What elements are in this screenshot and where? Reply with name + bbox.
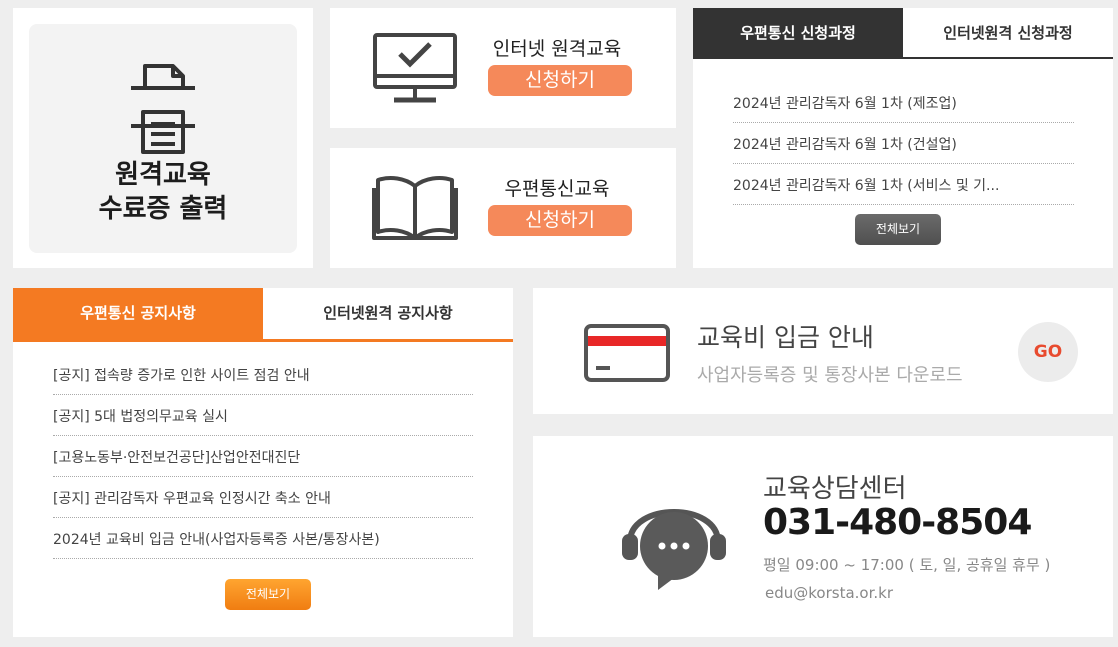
course-list: 2024년 관리감독자 6월 1차 (제조업) 2024년 관리감독자 6월 1… [733, 82, 1074, 205]
payment-panel: 교육비 입금 안내 사업자등록증 및 통장사본 다운로드 GO [533, 288, 1113, 414]
list-item[interactable]: 2024년 관리감독자 6월 1차 (서비스 및 기... [733, 164, 1074, 205]
contact-hours: 평일 09:00 ~ 17:00 ( 토, 일, 공휴일 휴무 ) [763, 556, 1051, 574]
internet-course-panel: 인터넷 원격교육 신청하기 [330, 8, 676, 128]
list-item[interactable]: 2024년 관리감독자 6월 1차 (제조업) [733, 82, 1074, 123]
course-tabbar: 우편통신 신청과정 인터넷원격 신청과정 [693, 8, 1113, 59]
certificate-print-button[interactable]: 원격교육 수료증 출력 [29, 24, 297, 253]
payment-title: 교육비 입금 안내 [697, 323, 874, 352]
contact-panel: 교육상담센터 031-480-8504 평일 09:00 ~ 17:00 ( 토… [533, 436, 1113, 637]
certificate-title-line1: 원격교육 [115, 160, 211, 190]
list-item[interactable]: [고용노동부·안전보건공단]산업안전대진단 [53, 436, 473, 477]
credit-card-icon [584, 324, 670, 382]
tab-underline [13, 339, 513, 342]
list-item[interactable]: [공지] 접속량 증가로 인한 사이트 점검 안내 [53, 354, 473, 395]
notice-view-all-button[interactable]: 전체보기 [225, 579, 311, 610]
notice-list: [공지] 접속량 증가로 인한 사이트 점검 안내 [공지] 5대 법정의무교육… [53, 354, 473, 559]
list-item[interactable]: 2024년 관리감독자 6월 1차 (건설업) [733, 123, 1074, 164]
notice-panel: 우편통신 공지사항 인터넷원격 공지사항 [공지] 접속량 증가로 인한 사이트… [13, 288, 513, 637]
contact-email[interactable]: edu@korsta.or.kr [765, 584, 893, 602]
course-list-panel: 우편통신 신청과정 인터넷원격 신청과정 2024년 관리감독자 6월 1차 (… [693, 8, 1113, 268]
internet-course-name: 인터넷 원격교육 [492, 38, 622, 60]
list-item[interactable]: [공지] 관리감독자 우편교육 인정시간 축소 안내 [53, 477, 473, 518]
payment-subtitle[interactable]: 사업자등록증 및 통장사본 다운로드 [697, 361, 963, 387]
contact-phone[interactable]: 031-480-8504 [763, 502, 1032, 543]
postal-course-panel: 우편통신교육 신청하기 [330, 148, 676, 268]
list-item[interactable]: 2024년 교육비 입금 안내(사업자등록증 사본/통장사본) [53, 518, 473, 559]
open-book-icon [372, 176, 458, 240]
tab-postal-notices[interactable]: 우편통신 공지사항 [13, 288, 263, 339]
notice-tabbar: 우편통신 공지사항 인터넷원격 공지사항 [13, 288, 513, 339]
postal-apply-button[interactable]: 신청하기 [488, 205, 632, 236]
course-view-all-button[interactable]: 전체보기 [855, 214, 941, 245]
tab-internet-courses[interactable]: 인터넷원격 신청과정 [903, 8, 1113, 59]
headset-chat-icon [622, 509, 726, 590]
internet-apply-button[interactable]: 신청하기 [488, 65, 632, 96]
certificate-title-line2: 수료증 출력 [98, 194, 228, 224]
tab-internet-notices[interactable]: 인터넷원격 공지사항 [263, 288, 513, 339]
monitor-check-icon [373, 33, 457, 103]
postal-course-name: 우편통신교육 [504, 178, 610, 200]
certificate-title: 원격교육 수료증 출력 [29, 158, 297, 226]
certificate-panel: 원격교육 수료증 출력 [13, 8, 313, 268]
tab-postal-courses[interactable]: 우편통신 신청과정 [693, 8, 903, 59]
go-button[interactable]: GO [1018, 322, 1078, 382]
printer-icon [131, 64, 195, 154]
contact-title: 교육상담센터 [763, 474, 907, 504]
list-item[interactable]: [공지] 5대 법정의무교육 실시 [53, 395, 473, 436]
